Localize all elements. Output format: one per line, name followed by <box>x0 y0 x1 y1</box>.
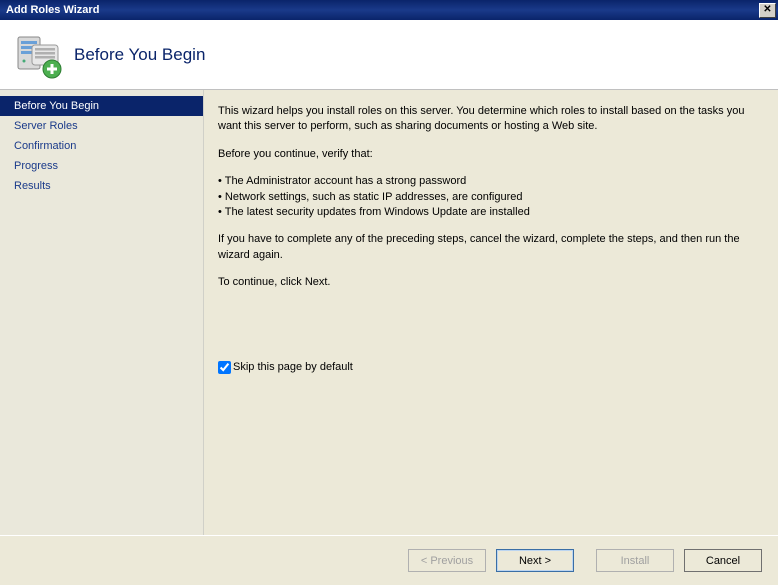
page-title: Before You Begin <box>74 45 205 65</box>
bullet-item: The Administrator account has a strong p… <box>218 174 758 189</box>
close-icon: ✕ <box>763 5 771 15</box>
next-button[interactable]: Next > <box>496 549 574 572</box>
bullet-item: The latest security updates from Windows… <box>218 205 758 220</box>
skip-page-checkbox[interactable] <box>218 361 231 374</box>
wizard-footer: < Previous Next > Install Cancel <box>0 535 778 585</box>
sidebar-item-confirmation[interactable]: Confirmation <box>0 136 203 156</box>
verify-bullets: The Administrator account has a strong p… <box>218 174 758 220</box>
window-title: Add Roles Wizard <box>6 4 99 16</box>
intro-text: This wizard helps you install roles on t… <box>218 104 758 135</box>
continue-note: To continue, click Next. <box>218 275 758 290</box>
verify-heading: Before you continue, verify that: <box>218 147 758 162</box>
wizard-header: Before You Begin <box>0 20 778 90</box>
sidebar-item-progress[interactable]: Progress <box>0 156 203 176</box>
wizard-body: Before You Begin Server Roles Confirmati… <box>0 90 778 535</box>
titlebar: Add Roles Wizard ✕ <box>0 0 778 20</box>
sidebar-item-before-you-begin[interactable]: Before You Begin <box>0 96 203 116</box>
sidebar: Before You Begin Server Roles Confirmati… <box>0 90 204 535</box>
close-button[interactable]: ✕ <box>759 3 776 18</box>
sidebar-item-server-roles[interactable]: Server Roles <box>0 116 203 136</box>
server-role-icon <box>14 31 62 79</box>
sidebar-item-results[interactable]: Results <box>0 176 203 196</box>
skip-page-label: Skip this page by default <box>233 360 353 375</box>
previous-button: < Previous <box>408 549 486 572</box>
content-area: This wizard helps you install roles on t… <box>204 90 778 535</box>
install-button: Install <box>596 549 674 572</box>
cancel-button[interactable]: Cancel <box>684 549 762 572</box>
skip-page-row: Skip this page by default <box>218 360 353 375</box>
complete-note: If you have to complete any of the prece… <box>218 232 758 263</box>
bullet-item: Network settings, such as static IP addr… <box>218 190 758 205</box>
